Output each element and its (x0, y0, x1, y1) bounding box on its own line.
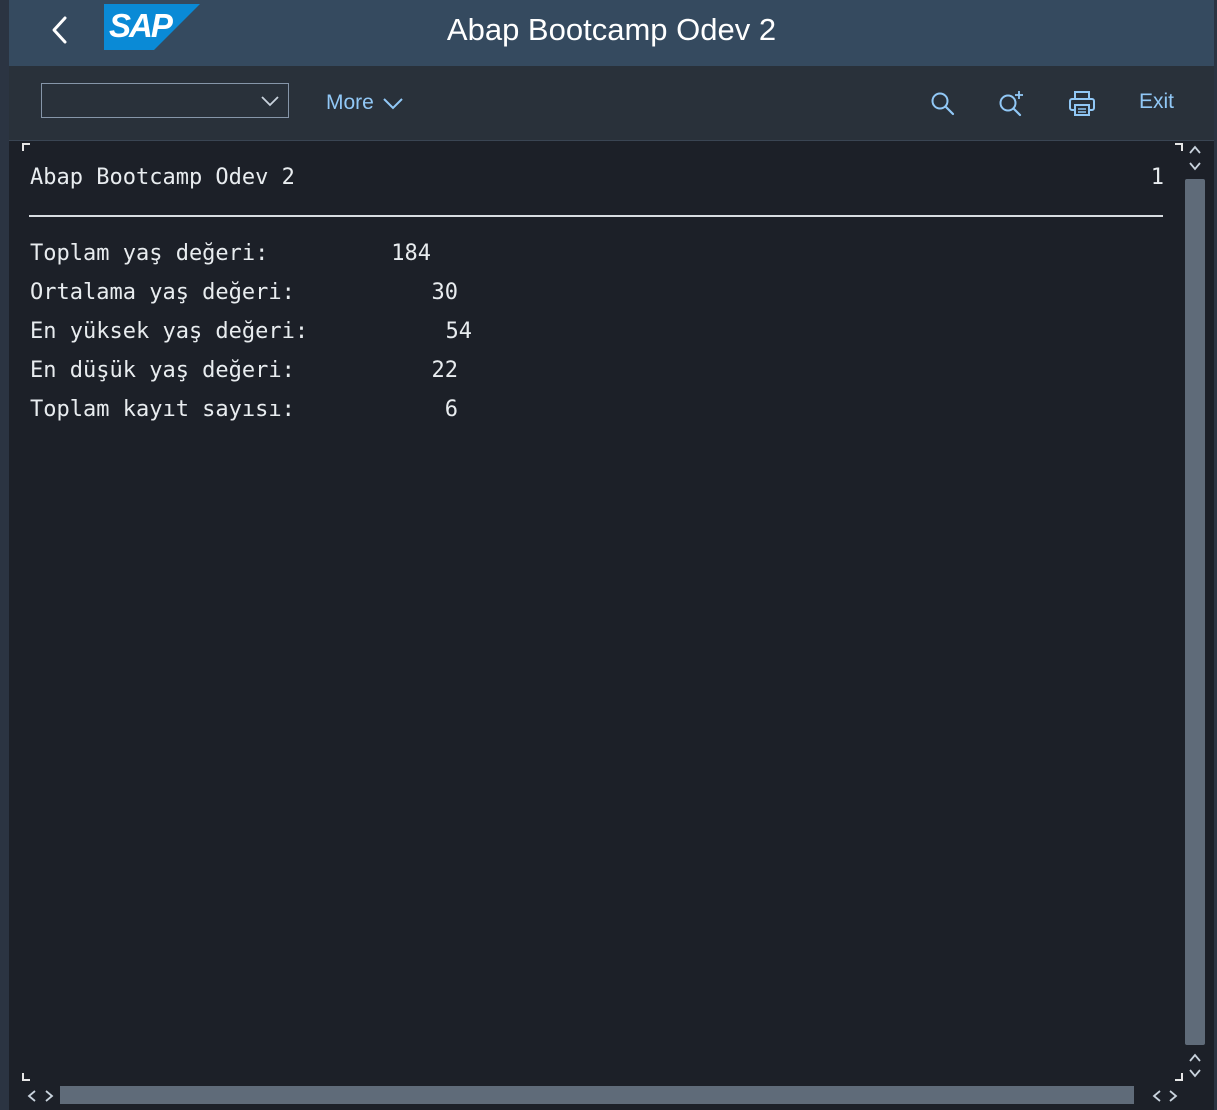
scroll-left-icon[interactable] (25, 1086, 39, 1106)
stat-value: 6 (444, 397, 458, 422)
stat-value: 22 (431, 358, 459, 383)
corner-marker (22, 143, 30, 151)
shell-bar: SAP Abap Bootcamp Odev 2 (9, 0, 1214, 66)
horizontal-scrollbar[interactable] (9, 1083, 1214, 1110)
search-icon (931, 92, 955, 116)
page-right-icon[interactable] (1166, 1086, 1180, 1106)
report-title: Abap Bootcamp Odev 2 (30, 165, 295, 190)
horizontal-scroll-thumb[interactable] (60, 1086, 1134, 1104)
list-output: Abap Bootcamp Odev 2 1 Toplam yaş değeri… (9, 141, 1183, 1083)
stat-label: Toplam yaş değeri: (30, 241, 269, 266)
print-icon (1069, 91, 1095, 116)
title-underline (29, 215, 1163, 217)
search-next-icon (999, 91, 1023, 117)
sap-logo: SAP (104, 4, 200, 50)
exit-button[interactable]: Exit (1139, 90, 1174, 114)
more-label: More (326, 91, 374, 114)
find-button[interactable] (927, 88, 959, 120)
find-next-button[interactable] (996, 88, 1028, 120)
scroll-right-icon[interactable] (42, 1086, 56, 1106)
stat-label: En düşük yaş değeri: (30, 358, 295, 383)
vertical-scrollbar[interactable] (1181, 141, 1214, 1083)
stat-label: En yüksek yaş değeri: (30, 319, 309, 344)
more-button[interactable]: More (326, 88, 404, 118)
corner-marker (22, 1073, 30, 1081)
scroll-up-icon[interactable] (1185, 143, 1205, 157)
stat-label: Ortalama yaş değeri: (30, 280, 295, 305)
chevron-left-icon (52, 16, 67, 44)
page-up-icon[interactable] (1185, 1051, 1205, 1065)
page-down-icon[interactable] (1185, 159, 1205, 173)
stat-label: Toplam kayıt sayısı: (30, 397, 295, 422)
scroll-down-icon[interactable] (1185, 1066, 1205, 1080)
chevron-down-icon[interactable] (260, 92, 280, 110)
page-number: 1 (1150, 165, 1164, 190)
left-edge (0, 0, 9, 1110)
vertical-scroll-thumb[interactable] (1185, 179, 1205, 1045)
command-field[interactable] (41, 83, 289, 118)
sap-logo-text: SAP (109, 7, 174, 44)
application-toolbar: More Exit (9, 66, 1214, 141)
page-left-icon[interactable] (1150, 1086, 1164, 1106)
stat-value: 184 (391, 241, 431, 266)
sap-gui-window: SAP Abap Bootcamp Odev 2 More Exit Abap … (0, 0, 1217, 1110)
print-button[interactable] (1066, 88, 1098, 120)
stat-value: 54 (445, 319, 473, 344)
chevron-down-icon (383, 98, 403, 110)
stat-value: 30 (431, 280, 459, 305)
command-input[interactable] (46, 88, 250, 114)
back-button[interactable] (43, 12, 77, 48)
